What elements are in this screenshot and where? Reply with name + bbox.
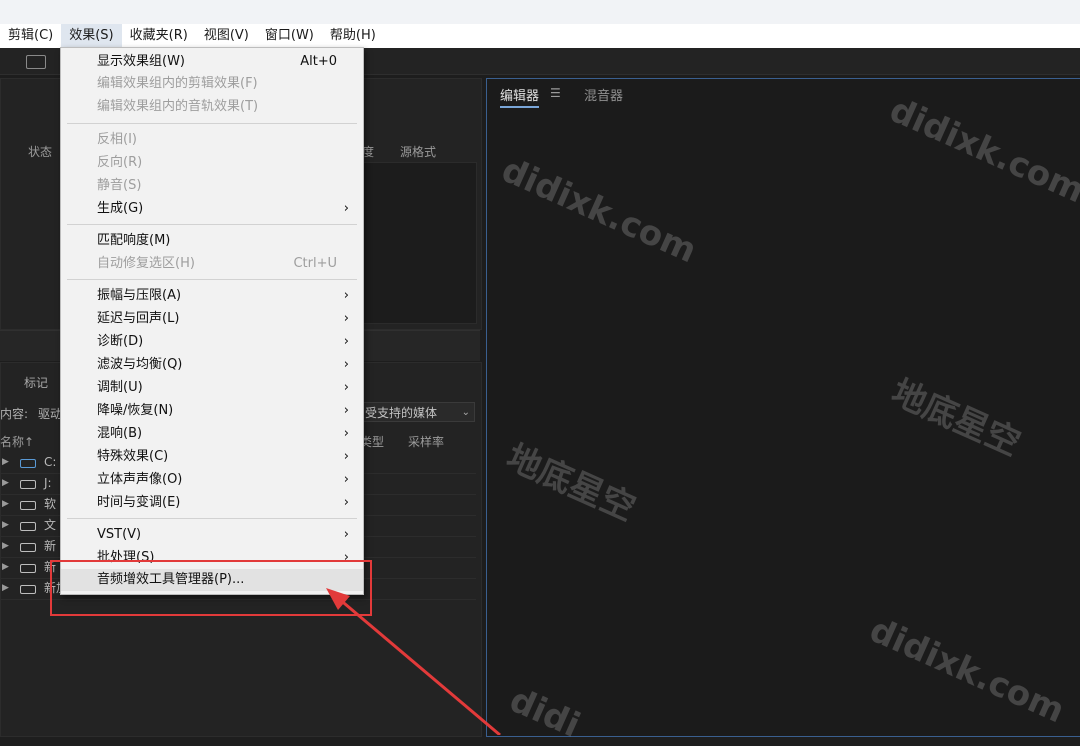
expand-arrow-icon[interactable]: ▶: [2, 557, 9, 578]
drive-name: 新: [44, 539, 57, 553]
column-sample-rate[interactable]: 采样率: [408, 433, 444, 450]
expand-arrow-icon[interactable]: ▶: [2, 473, 9, 494]
menu-item-filter-eq[interactable]: 滤波与均衡(Q) ›: [61, 354, 363, 376]
menu-item-invert: 反相(I): [97, 132, 137, 147]
menu-help[interactable]: 帮助(H): [322, 24, 384, 48]
menu-item-diagnostics[interactable]: 诊断(D) ›: [61, 331, 363, 353]
drive-name: 文: [44, 518, 57, 532]
menu-item-noise-reduction[interactable]: 降噪/恢复(N) ›: [61, 400, 363, 422]
chevron-right-icon: ›: [343, 472, 349, 487]
menu-clip[interactable]: 剪辑(C): [0, 24, 61, 48]
tab-markers[interactable]: 标记: [24, 374, 48, 391]
menu-bar: 剪辑(C) 效果(S) 收藏夹(R) 视图(V) 窗口(W) 帮助(H): [0, 24, 1080, 48]
menu-item-show-effects-rack[interactable]: 显示效果组(W) Alt+0: [61, 51, 363, 73]
menu-item-amplitude-compression[interactable]: 振幅与压限(A) ›: [61, 285, 363, 307]
drive-name: C:: [44, 455, 57, 469]
menu-item-auto-heal: 自动修复选区(H) Ctrl+U: [97, 256, 337, 271]
menu-separator: [67, 123, 357, 124]
chevron-right-icon: ›: [343, 357, 349, 372]
menu-view[interactable]: 视图(V): [196, 24, 257, 48]
hamburger-menu-icon[interactable]: ☰: [550, 86, 561, 100]
expand-arrow-icon[interactable]: ▶: [2, 452, 9, 473]
drive-icon: [20, 480, 36, 489]
menu-item-vst[interactable]: VST(V) ›: [61, 524, 363, 546]
menu-separator: [67, 279, 357, 280]
column-source-format[interactable]: 源格式: [400, 143, 436, 160]
menu-item-edit-clip-effects: 编辑效果组内的剪辑效果(F): [97, 76, 258, 91]
expand-arrow-icon[interactable]: ▶: [2, 536, 9, 557]
column-status[interactable]: 状态: [28, 143, 52, 160]
chevron-right-icon: ›: [343, 288, 349, 303]
menu-item-silence: 静音(S): [97, 178, 142, 193]
chevron-right-icon: ›: [343, 495, 349, 510]
menu-item-stereo-imagery[interactable]: 立体声声像(O) ›: [61, 469, 363, 491]
menu-item-reverse: 反向(R): [97, 155, 143, 170]
chevron-right-icon: ›: [343, 527, 349, 542]
drive-icon: [20, 522, 36, 531]
menu-item-special[interactable]: 特殊效果(C) ›: [61, 446, 363, 468]
menu-item-match-loudness[interactable]: 匹配响度(M): [61, 230, 363, 252]
effects-menu: 显示效果组(W) Alt+0 编辑效果组内的剪辑效果(F) 编辑效果组内的音轨效果…: [60, 47, 364, 595]
menu-item-time-pitch[interactable]: 时间与变调(E) ›: [61, 492, 363, 514]
content-label: 内容:: [0, 407, 29, 421]
chevron-right-icon: ›: [343, 201, 349, 216]
chevron-right-icon: ›: [343, 426, 349, 441]
drive-icon: [20, 564, 36, 573]
content-value[interactable]: 驱动: [38, 405, 62, 422]
chevron-down-icon: ⌄: [461, 407, 470, 418]
expand-arrow-icon[interactable]: ▶: [2, 494, 9, 515]
media-type-value: 受支持的媒体: [365, 406, 438, 420]
expand-arrow-icon[interactable]: ▶: [2, 515, 9, 536]
tab-mixer[interactable]: 混音器: [584, 85, 623, 104]
window-titlebar: [0, 0, 1080, 24]
drive-icon: [20, 543, 36, 552]
menu-item-modulation[interactable]: 调制(U) ›: [61, 377, 363, 399]
drive-name: 软: [44, 497, 57, 511]
menu-item-reverb[interactable]: 混响(B) ›: [61, 423, 363, 445]
menu-item-edit-track-effects: 编辑效果组内的音轨效果(T): [97, 99, 259, 114]
annotation-highlight-box: [50, 560, 372, 616]
chevron-right-icon: ›: [343, 449, 349, 464]
drive-icon: [20, 459, 36, 468]
chevron-right-icon: ›: [343, 403, 349, 418]
menu-item-generate[interactable]: 生成(G) ›: [61, 198, 363, 220]
drive-name: J:: [44, 476, 52, 490]
tab-editor[interactable]: 编辑器: [500, 85, 540, 108]
menu-item-delay-echo[interactable]: 延迟与回声(L) ›: [61, 308, 363, 330]
drive-icon: [20, 585, 36, 594]
column-name[interactable]: 名称↑: [0, 433, 34, 450]
menu-favorites[interactable]: 收藏夹(R): [122, 24, 196, 48]
chevron-right-icon: ›: [343, 311, 349, 326]
chevron-right-icon: ›: [343, 380, 349, 395]
menu-effects[interactable]: 效果(S): [61, 24, 122, 48]
menu-window[interactable]: 窗口(W): [257, 24, 322, 48]
waveform-view-icon[interactable]: [26, 55, 46, 69]
menu-separator: [67, 224, 357, 225]
drive-icon: [20, 501, 36, 510]
menu-separator: [67, 518, 357, 519]
chevron-right-icon: ›: [343, 334, 349, 349]
media-type-dropdown[interactable]: 受支持的媒体 ⌄: [360, 402, 475, 422]
expand-arrow-icon[interactable]: ▶: [2, 578, 9, 599]
